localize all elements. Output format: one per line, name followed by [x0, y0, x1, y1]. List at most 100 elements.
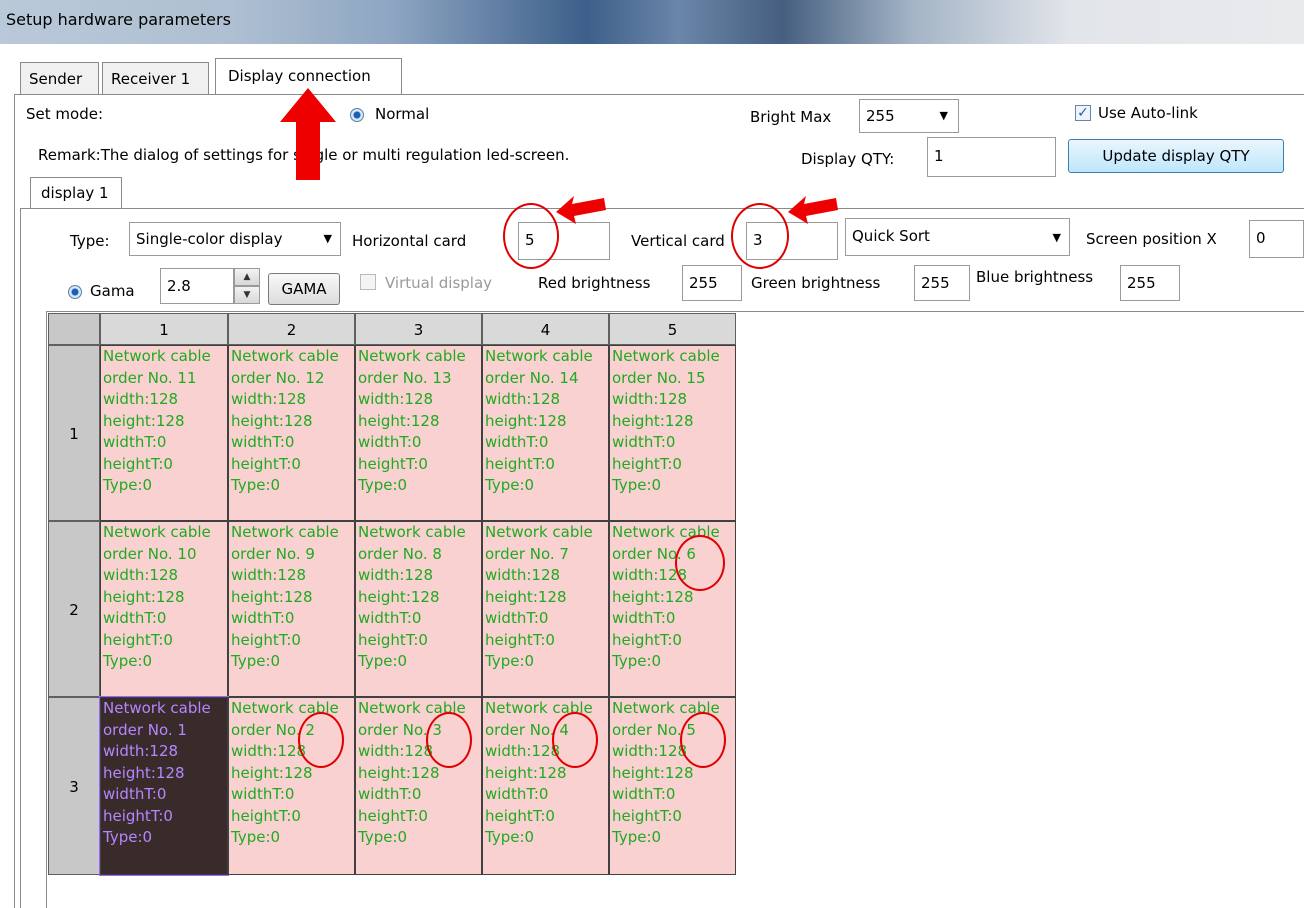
- grid-cell[interactable]: Network cable order No. 12 width:128 height…: [228, 345, 355, 521]
- cell-line: order No. 10: [103, 544, 197, 563]
- annotation-circle: [298, 712, 344, 768]
- cell-line: Type:0: [231, 828, 281, 846]
- cell-line: height:128: [612, 763, 694, 782]
- cell-line: heightT:0: [231, 454, 301, 473]
- green-brightness-label: Green brightness: [751, 274, 881, 292]
- gama-button[interactable]: GAMA: [268, 273, 340, 305]
- set-mode-label: Set mode:: [26, 105, 103, 123]
- cell-line: heightT:0: [103, 630, 173, 649]
- virtual-display-checkbox[interactable]: [360, 274, 376, 290]
- cell-line: Type:0: [103, 476, 153, 494]
- cell-line: Network cable: [612, 699, 720, 717]
- cell-line: heightT:0: [358, 454, 428, 473]
- cell-line: height:128: [358, 411, 440, 430]
- grid-cell[interactable]: Network cable order No. 8 width:128 height:…: [355, 521, 482, 697]
- cell-line: width:128: [231, 566, 307, 584]
- cell-line: width:128: [612, 390, 688, 408]
- cell-line: widthT:0: [358, 785, 422, 803]
- cell-line: height:128: [485, 587, 567, 606]
- spin-up-icon[interactable]: ▲: [234, 268, 260, 286]
- column-header[interactable]: 3: [355, 313, 482, 345]
- cell-line: heightT:0: [103, 806, 173, 825]
- vertical-card-label: Vertical card: [631, 232, 725, 250]
- cell-line: widthT:0: [103, 609, 167, 627]
- cell-line: width:128: [103, 742, 179, 760]
- column-header[interactable]: 1: [100, 313, 228, 345]
- cell-line: order No. 8: [358, 544, 442, 563]
- cell-line: width:128: [358, 566, 434, 584]
- cell-line: height:128: [485, 411, 567, 430]
- type-select[interactable]: Single-color display ▼: [129, 222, 341, 256]
- cell-line: Network cable: [231, 699, 339, 717]
- red-brightness-input[interactable]: 255: [682, 265, 742, 301]
- cell-line: heightT:0: [485, 454, 555, 473]
- cell-line: Type:0: [485, 828, 535, 846]
- cell-line: height:128: [231, 587, 313, 606]
- cell-line: widthT:0: [103, 785, 167, 803]
- cell-line: Type:0: [103, 652, 153, 670]
- row-header[interactable]: 1: [48, 345, 100, 521]
- cell-line: width:128: [485, 390, 561, 408]
- grid-cell[interactable]: Network cable order No. 11 width:128 height…: [100, 345, 228, 521]
- cell-line: height:128: [231, 763, 313, 782]
- cell-line: height:128: [103, 763, 185, 782]
- type-value: Single-color display: [136, 230, 283, 248]
- auto-link-checkbox[interactable]: ✓: [1075, 105, 1091, 121]
- cell-line: Network cable: [485, 523, 593, 541]
- grid-cell[interactable]: Network cable order No. 7 width:128 height:…: [482, 521, 609, 697]
- column-header[interactable]: 5: [609, 313, 736, 345]
- gama-label: Gama: [90, 282, 135, 300]
- green-brightness-input[interactable]: 255: [914, 265, 970, 301]
- cell-line: order No. 15: [612, 368, 706, 387]
- row-header[interactable]: 3: [48, 697, 100, 875]
- up-arrow-annotation: [280, 88, 336, 180]
- normal-radio[interactable]: [350, 108, 364, 122]
- display-qty-input[interactable]: 1: [927, 137, 1056, 177]
- cell-line: Type:0: [358, 652, 408, 670]
- sort-select[interactable]: Quick Sort ▼: [845, 218, 1070, 256]
- cell-line: widthT:0: [485, 609, 549, 627]
- cell-line: Network cable: [231, 523, 339, 541]
- update-display-qty-button[interactable]: Update display QTY: [1068, 139, 1284, 173]
- cell-line: Type:0: [612, 652, 662, 670]
- tab-receiver-1[interactable]: Receiver 1: [102, 62, 209, 94]
- grid-cell[interactable]: Network cable order No. 10 width:128 height…: [100, 521, 228, 697]
- blue-brightness-input[interactable]: 255: [1120, 265, 1180, 301]
- screen-position-x-input[interactable]: 0: [1249, 220, 1304, 258]
- cell-line: heightT:0: [358, 806, 428, 825]
- cell-line: widthT:0: [358, 609, 422, 627]
- cell-line: height:128: [612, 411, 694, 430]
- cell-line: widthT:0: [612, 433, 676, 451]
- annotation-circle: [503, 203, 559, 269]
- cell-line: width:128: [103, 566, 179, 584]
- grid-cell[interactable]: Network cable order No. 15 width:128 height…: [609, 345, 736, 521]
- column-header[interactable]: 4: [482, 313, 609, 345]
- bright-max-select[interactable]: 255 ▼: [859, 99, 959, 133]
- annotation-circle: [675, 535, 725, 591]
- grid-cell[interactable]: Network cable order No. 9 width:128 height:…: [228, 521, 355, 697]
- spin-down-icon[interactable]: ▼: [234, 286, 260, 304]
- grid-cell[interactable]: Network cable order No. 1 width:128 height:…: [99, 696, 229, 876]
- cell-line: heightT:0: [103, 454, 173, 473]
- tab-display-1[interactable]: display 1: [30, 177, 122, 209]
- grid-cell[interactable]: Network cable order No. 14 width:128 height…: [482, 345, 609, 521]
- type-label: Type:: [70, 232, 110, 250]
- column-header[interactable]: 2: [228, 313, 355, 345]
- gama-radio[interactable]: [68, 285, 82, 299]
- cell-line: Network cable: [358, 347, 466, 365]
- sort-value: Quick Sort: [852, 227, 930, 245]
- window-title: Setup hardware parameters: [6, 10, 231, 29]
- left-arrow-annotation: [556, 196, 606, 224]
- chevron-down-icon: ▼: [939, 109, 948, 122]
- cell-line: Type:0: [231, 476, 281, 494]
- tab-sender[interactable]: Sender: [20, 62, 99, 94]
- grid-cell[interactable]: Network cable order No. 13 width:128 height…: [355, 345, 482, 521]
- cell-line: height:128: [358, 763, 440, 782]
- gama-input[interactable]: 2.8: [160, 268, 234, 304]
- grid-area-top-border: [46, 311, 1304, 312]
- cell-line: heightT:0: [485, 630, 555, 649]
- cell-line: Type:0: [485, 652, 535, 670]
- row-header[interactable]: 2: [48, 521, 100, 697]
- cell-line: widthT:0: [612, 609, 676, 627]
- cell-line: order No. 12: [231, 368, 325, 387]
